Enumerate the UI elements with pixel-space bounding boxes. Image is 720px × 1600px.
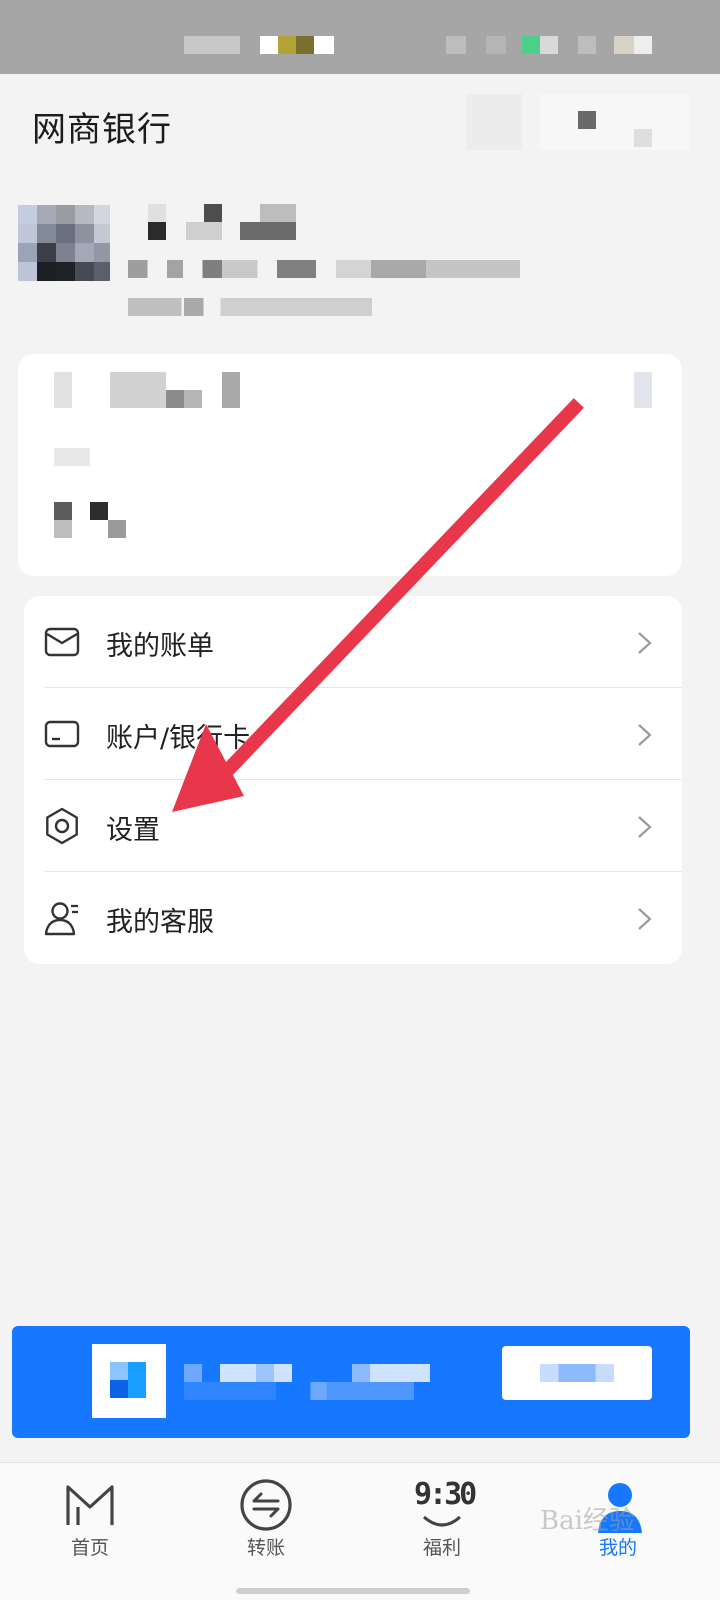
header-redacted-action[interactable] <box>466 94 522 150</box>
page-title: 网商银行 <box>32 110 172 150</box>
chevron-right-icon <box>638 908 652 930</box>
status-redacted <box>578 36 596 54</box>
header-redacted-action[interactable] <box>540 94 690 150</box>
profile-name-redacted <box>260 204 296 222</box>
chevron-right-icon <box>638 816 652 838</box>
menu-card: 我的账单 账户/银行卡 设置 我的客服 <box>24 596 682 964</box>
card-redacted <box>634 372 652 408</box>
menu-item-label: 我的账单 <box>106 631 214 662</box>
tab-label: 福利 <box>422 1537 461 1559</box>
tab-welfare[interactable]: 9:30 福利 <box>352 1463 532 1583</box>
card-icon <box>44 720 80 748</box>
tab-label: 我的 <box>598 1537 637 1559</box>
home-m-icon <box>66 1485 114 1525</box>
profile-name-redacted <box>148 222 166 240</box>
account-summary-card[interactable] <box>18 354 682 576</box>
chevron-right-icon <box>638 724 652 746</box>
card-redacted <box>166 390 184 408</box>
card-redacted <box>222 372 240 408</box>
gear-icon <box>46 807 78 845</box>
menu-item-bills[interactable]: 我的账单 <box>24 596 682 688</box>
watermark: Bai经验 <box>540 1506 635 1536</box>
header-redacted-mark <box>634 129 652 147</box>
profile-name-redacted <box>186 222 222 240</box>
profile-detail-redacted <box>128 298 372 316</box>
menu-item-label: 账户/银行卡 <box>106 723 251 754</box>
welfare-icon-text: 9:30 <box>414 1477 477 1512</box>
menu-item-accounts-cards[interactable]: 账户/银行卡 <box>24 688 682 780</box>
header-redacted-mark <box>578 111 596 129</box>
promo-banner[interactable] <box>12 1326 690 1438</box>
card-redacted <box>54 502 72 538</box>
card-redacted <box>90 502 108 520</box>
menu-item-settings[interactable]: 设置 <box>24 780 682 872</box>
menu-item-customer-service[interactable]: 我的客服 <box>24 872 682 964</box>
profile-name-redacted <box>148 204 166 222</box>
transfer-icon <box>240 1479 292 1531</box>
banner-text-redacted <box>184 1364 484 1382</box>
status-redacted <box>314 36 334 54</box>
banner-logo <box>110 1362 128 1380</box>
card-redacted <box>184 390 202 408</box>
profile-name-redacted <box>240 222 296 240</box>
status-redacted <box>278 36 296 54</box>
banner-logo <box>128 1362 146 1398</box>
banner-button-redacted <box>540 1364 614 1382</box>
status-redacted <box>184 36 240 54</box>
card-redacted <box>54 372 72 408</box>
banner-text-redacted <box>184 1382 414 1400</box>
smile-930-icon: 9:30 <box>414 1477 477 1533</box>
card-redacted <box>108 520 126 538</box>
customer-service-icon <box>44 902 78 936</box>
menu-item-label: 设置 <box>106 815 160 846</box>
status-redacted <box>260 36 278 54</box>
status-redacted <box>446 36 466 54</box>
home-indicator[interactable] <box>236 1588 470 1594</box>
tab-label: 首页 <box>70 1537 109 1559</box>
status-redacted <box>540 36 558 54</box>
status-redacted <box>522 36 540 54</box>
tab-home[interactable]: 首页 <box>0 1463 180 1583</box>
chevron-right-icon <box>638 632 652 654</box>
status-redacted <box>296 36 314 54</box>
status-redacted <box>614 36 634 54</box>
menu-item-label: 我的客服 <box>106 907 214 938</box>
card-redacted <box>110 372 166 408</box>
status-bar <box>0 0 720 74</box>
banner-logo <box>110 1380 128 1398</box>
card-redacted <box>54 448 90 466</box>
envelope-icon <box>44 627 80 657</box>
tab-label: 转账 <box>246 1537 285 1559</box>
status-redacted <box>634 36 652 54</box>
status-redacted <box>486 36 506 54</box>
profile-name-redacted <box>204 204 222 222</box>
tab-transfer[interactable]: 转账 <box>176 1463 356 1583</box>
avatar[interactable] <box>18 205 110 281</box>
profile-detail-redacted <box>128 260 520 278</box>
